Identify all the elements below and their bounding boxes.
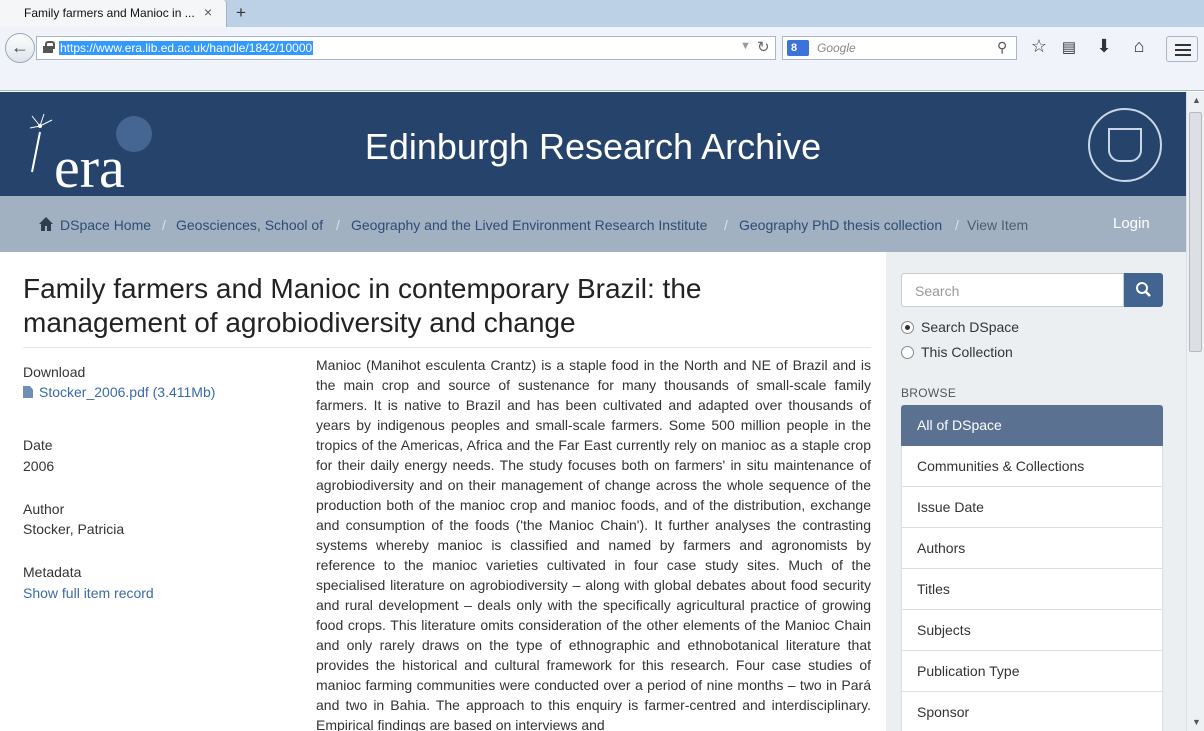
back-arrow-icon[interactable]: ← <box>5 33 35 63</box>
breadcrumb: DSpace Home / Geosciences, School of / G… <box>0 196 1186 252</box>
browser-navbar: ← https://www.era.lib.ed.ac.uk/handle/18… <box>0 27 1204 91</box>
browse-list: All of DSpace Communities & Collections … <box>901 405 1163 731</box>
radio-label-this-collection[interactable]: This Collection <box>921 344 1013 360</box>
download-label: Download <box>23 364 86 380</box>
metadata-label: Metadata <box>23 564 82 580</box>
download-icon[interactable]: ⬇ <box>1093 36 1115 57</box>
url-bar[interactable]: https://www.era.lib.ed.ac.uk/handle/1842… <box>36 36 776 60</box>
magnifier-icon[interactable]: ⚲ <box>997 39 1007 56</box>
breadcrumb-dspace-home[interactable]: DSpace Home <box>60 217 151 233</box>
sidebar: Search Search DSpace This Collection BRO… <box>886 252 1186 731</box>
browse-sponsor[interactable]: Sponsor <box>901 692 1163 731</box>
item-title: Family farmers and Manioc in contemporar… <box>23 273 702 338</box>
scroll-up-icon[interactable]: ▲ <box>1192 95 1201 105</box>
tab-close-icon[interactable]: × <box>204 4 212 20</box>
home-icon[interactable] <box>38 216 54 232</box>
university-seal-icon[interactable] <box>1088 108 1162 182</box>
url-dropdown-icon[interactable]: ▼ <box>740 40 751 52</box>
login-link[interactable]: Login <box>1113 215 1150 232</box>
scroll-thumb[interactable] <box>1189 112 1202 352</box>
bookmark-star-icon[interactable]: ☆ <box>1028 36 1050 57</box>
browse-publication-type[interactable]: Publication Type <box>901 651 1163 692</box>
lock-icon <box>43 41 55 53</box>
breadcrumb-separator: / <box>336 217 340 233</box>
reading-list-icon[interactable]: ▤ <box>1058 38 1080 56</box>
file-download-link[interactable]: Stocker_2006.pdf (3.411Mb) <box>23 384 215 400</box>
site-title: Edinburgh Research Archive <box>364 126 822 167</box>
radio-search-dspace[interactable] <box>901 321 914 334</box>
item-main: Family farmers and Manioc in contemporar… <box>0 252 886 731</box>
page-scrollbar[interactable]: ▲ ▼ <box>1186 92 1204 731</box>
breadcrumb-current: View Item <box>967 217 1029 233</box>
site-header: era Edinburgh Research Archive <box>0 92 1186 200</box>
breadcrumb-geosciences[interactable]: Geosciences, School of <box>176 217 323 233</box>
breadcrumb-separator: / <box>955 217 959 233</box>
browser-tab[interactable]: Family farmers and Manioc in ... × <box>0 0 227 27</box>
show-full-record-link[interactable]: Show full item record <box>23 585 154 601</box>
breadcrumb-phd-collection[interactable]: Geography PhD thesis collection <box>739 217 942 233</box>
radio-label-search-dspace[interactable]: Search DSpace <box>921 319 1019 335</box>
new-tab-button[interactable]: + <box>236 3 246 23</box>
breadcrumb-separator: / <box>724 217 728 233</box>
author-label: Author <box>23 501 65 517</box>
search-input[interactable]: Search <box>901 273 1124 307</box>
scroll-down-icon[interactable]: ▼ <box>1192 717 1201 727</box>
search-engine-icon[interactable]: 8 <box>787 40 809 56</box>
title-divider <box>23 347 871 348</box>
browse-titles[interactable]: Titles <box>901 569 1163 610</box>
breadcrumb-separator: / <box>162 217 166 233</box>
radio-this-collection[interactable] <box>901 346 914 359</box>
search-icon <box>1136 282 1151 297</box>
hamburger-menu-icon[interactable] <box>1166 36 1198 62</box>
browse-all-of-dspace[interactable]: All of DSpace <box>901 405 1163 446</box>
browse-issue-date[interactable]: Issue Date <box>901 487 1163 528</box>
reload-icon[interactable]: ↻ <box>757 38 770 56</box>
browse-subjects[interactable]: Subjects <box>901 610 1163 651</box>
date-label: Date <box>23 437 53 453</box>
browse-communities-collections[interactable]: Communities & Collections <box>901 446 1163 487</box>
search-placeholder: Search <box>915 283 960 299</box>
url-text[interactable]: https://www.era.lib.ed.ac.uk/handle/1842… <box>59 41 314 55</box>
item-abstract: Manioc (Manihot esculenta Crantz) is a s… <box>316 357 871 731</box>
breadcrumb-gler-institute[interactable]: Geography and the Lived Environment Rese… <box>351 217 707 233</box>
search-button[interactable] <box>1124 273 1163 307</box>
browse-authors[interactable]: Authors <box>901 528 1163 569</box>
date-value: 2006 <box>23 458 55 474</box>
home-icon[interactable]: ⌂ <box>1128 36 1150 57</box>
seal-shield <box>1108 128 1142 162</box>
author-value: Stocker, Patricia <box>23 521 125 537</box>
browse-heading: BROWSE <box>901 386 957 400</box>
browser-search-bar[interactable]: 8 Google ⚲ <box>782 36 1017 60</box>
file-link-text[interactable]: Stocker_2006.pdf (3.411Mb) <box>39 384 215 400</box>
tab-title: Family farmers and Manioc in ... <box>24 6 195 20</box>
file-icon <box>23 386 33 398</box>
web-page: era Edinburgh Research Archive DSpace Ho… <box>0 92 1186 731</box>
browser-search-placeholder: Google <box>817 41 856 55</box>
browser-tabstrip: Family farmers and Manioc in ... × + <box>0 0 1204 27</box>
